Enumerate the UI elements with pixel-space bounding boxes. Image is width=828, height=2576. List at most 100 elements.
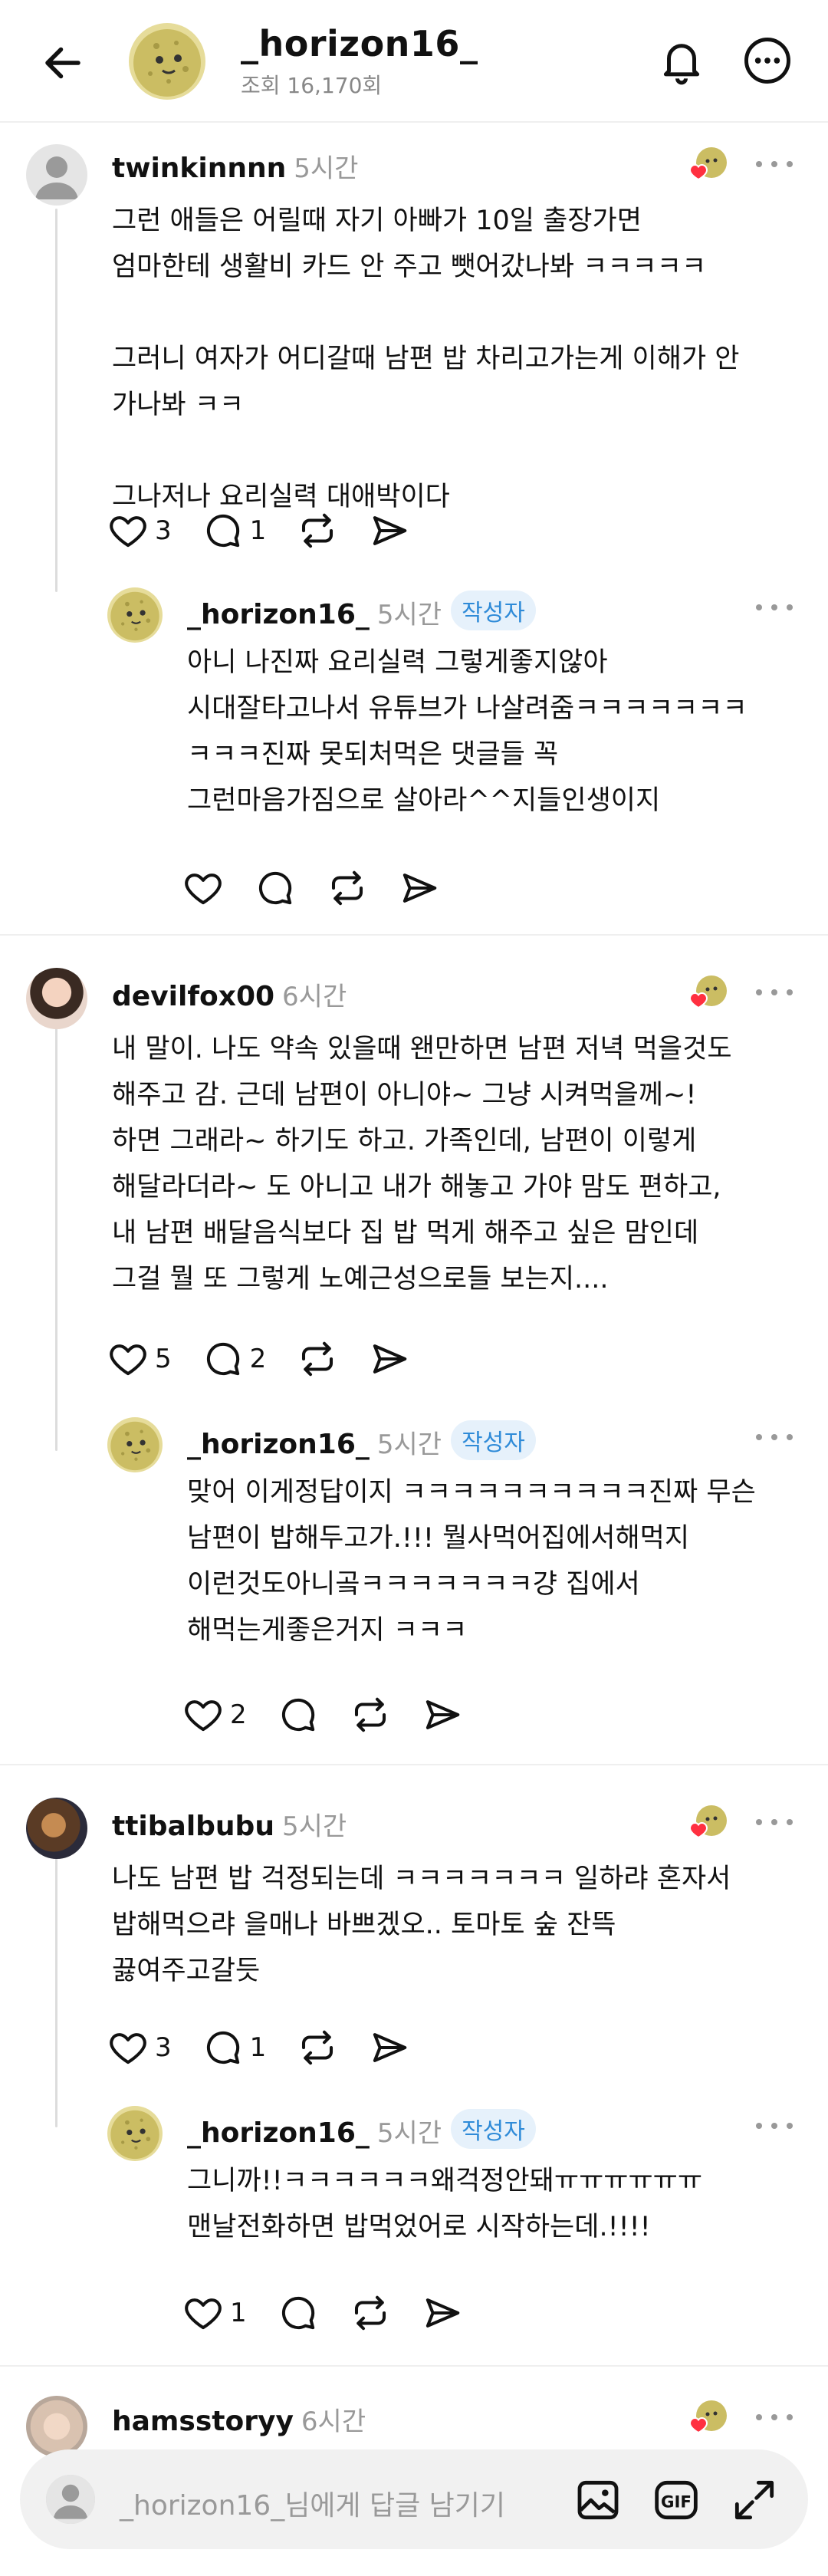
like-button[interactable]: 3 — [107, 508, 172, 554]
author-liked-icon — [684, 144, 728, 189]
comment-more-icon[interactable] — [751, 1814, 797, 1830]
reply-username[interactable]: _horizon16_ 5시간 작성자 — [187, 591, 536, 631]
comment-icon — [278, 1694, 319, 1735]
repost-icon — [297, 510, 338, 551]
thread-line — [55, 1022, 58, 1451]
comment-text: 내 말이. 나도 약속 있을때 왠만하면 남편 저녁 먹을것도 해주고 감. 근… — [112, 1034, 732, 1295]
heart-icon — [182, 1694, 224, 1735]
repost-icon — [297, 2027, 338, 2068]
heart-icon — [107, 510, 149, 551]
share-button[interactable] — [369, 2025, 410, 2071]
heart-icon — [107, 1338, 149, 1380]
reply-button[interactable] — [255, 865, 296, 911]
expand-icon[interactable] — [730, 2476, 779, 2525]
reply-username[interactable]: _horizon16_ 5시간 작성자 — [187, 2109, 536, 2150]
comment-time: 5시간 — [281, 1811, 347, 1842]
avatar[interactable] — [107, 2106, 163, 2161]
reply-actions — [182, 865, 471, 911]
author-liked-icon — [684, 2397, 728, 2442]
comment-icon — [202, 2027, 244, 2068]
comment-thread: ttibalbubu 5시간 나도 남편 밥 걱정되는데 ㅋㅋㅋㅋㅋㅋㅋ 일하랴 … — [0, 1767, 828, 2367]
comment-username[interactable]: devilfox00 6시간 — [112, 975, 347, 1013]
reply-input[interactable]: _horizon16_님에게 답글 남기기 GIF — [20, 2449, 808, 2549]
avatar[interactable] — [107, 587, 163, 643]
repost-button[interactable] — [297, 508, 338, 554]
share-button[interactable] — [369, 1336, 410, 1382]
comment-more-icon[interactable] — [751, 2410, 797, 2425]
repost-button[interactable] — [350, 2290, 391, 2336]
comment-text: 그런 애들은 어릴때 자기 아빠가 10일 출장가면 엄마한테 생활비 카드 안… — [112, 206, 740, 512]
svg-text:GIF: GIF — [661, 2492, 692, 2512]
reply-button[interactable] — [278, 1692, 319, 1738]
share-icon — [369, 2027, 410, 2068]
reply-text: 그니까!!ㅋㅋㅋㅋㅋㅋ왜걱정안돼ㅠㅠㅠㅠㅠㅠ 맨날전화하면 밥먹었어로 시작하는… — [187, 2166, 703, 2242]
comment-icon — [278, 2292, 319, 2334]
avatar[interactable] — [107, 1417, 163, 1472]
like-button[interactable]: 3 — [107, 2025, 172, 2071]
comment-icon — [202, 1338, 244, 1380]
reply-button[interactable]: 2 — [202, 1336, 266, 1382]
comment-actions: 5 2 — [107, 1336, 441, 1382]
comment-icon — [255, 867, 296, 909]
avatar[interactable] — [26, 1798, 87, 1859]
reply-actions: 2 — [182, 1692, 494, 1738]
author-badge: 작성자 — [451, 591, 536, 630]
comment-time: 6시간 — [282, 982, 347, 1012]
comment-username[interactable]: ttibalbubu 5시간 — [112, 1805, 347, 1843]
reply-button[interactable]: 1 — [202, 2025, 266, 2071]
comment-thread: hamsstoryy 6시간 — [0, 2368, 828, 2457]
share-button[interactable] — [422, 2290, 463, 2336]
comment-actions: 3 1 — [107, 508, 441, 554]
author-liked-icon — [684, 972, 728, 1017]
thread-line — [55, 1851, 58, 2127]
comment-username[interactable]: twinkinnnn 5시간 — [112, 147, 358, 185]
share-button[interactable] — [369, 508, 410, 554]
reply-more-icon[interactable] — [751, 2118, 797, 2134]
reply-button[interactable]: 1 — [202, 508, 266, 554]
reply-more-icon[interactable] — [751, 600, 797, 615]
reply-username[interactable]: _horizon16_ 5시간 작성자 — [187, 1420, 536, 1461]
comment-username[interactable]: hamsstoryy 6시간 — [112, 2400, 366, 2438]
avatar[interactable] — [26, 2396, 87, 2457]
avatar[interactable] — [26, 968, 87, 1029]
reply-more-icon[interactable] — [751, 1429, 797, 1445]
repost-button[interactable] — [297, 2025, 338, 2071]
comment-thread: twinkinnnn 5시간 그런 애들은 어릴때 자기 아빠가 10일 출장가면… — [0, 124, 828, 936]
reply-time: 5시간 — [376, 600, 442, 630]
repost-button[interactable] — [297, 1336, 338, 1382]
repost-icon — [350, 1694, 391, 1735]
comment-icon — [202, 510, 244, 551]
heart-icon — [107, 2027, 149, 2068]
author-badge: 작성자 — [451, 1420, 536, 1460]
reply-actions: 1 — [182, 2290, 494, 2336]
like-button[interactable]: 5 — [107, 1336, 172, 1382]
comment-more-icon[interactable] — [751, 156, 797, 172]
page-title[interactable]: _horizon16_ — [241, 23, 478, 64]
share-button[interactable] — [399, 865, 440, 911]
reply-button[interactable] — [278, 2290, 319, 2336]
comment-thread: devilfox00 6시간 내 말이. 나도 약속 있을때 왠만하면 남편 저녁… — [0, 937, 828, 1765]
author-liked-icon — [684, 1802, 728, 1847]
bell-icon[interactable] — [656, 34, 707, 87]
like-button[interactable]: 2 — [182, 1692, 247, 1738]
image-icon[interactable] — [573, 2476, 623, 2525]
back-arrow-icon[interactable] — [40, 40, 86, 86]
comment-time: 5시간 — [294, 153, 359, 184]
reply-text: 맞어 이게정답이지 ㅋㅋㅋㅋㅋㅋㅋㅋㅋㅋ진짜 무슨 남편이 밥해두고가.!!! … — [187, 1477, 756, 1646]
more-icon[interactable] — [742, 35, 793, 86]
profile-avatar[interactable] — [129, 23, 205, 100]
comment-actions: 3 1 — [107, 2025, 441, 2071]
share-icon — [422, 2292, 463, 2334]
share-icon — [369, 510, 410, 551]
view-count: 조회 16,170회 — [241, 73, 383, 98]
repost-button[interactable] — [327, 865, 368, 911]
avatar[interactable] — [26, 144, 87, 206]
gif-icon[interactable]: GIF — [652, 2476, 701, 2525]
repost-button[interactable] — [350, 1692, 391, 1738]
like-button[interactable]: 1 — [182, 2290, 247, 2336]
repost-icon — [297, 1338, 338, 1380]
like-button[interactable] — [182, 865, 224, 911]
share-icon — [369, 1338, 410, 1380]
share-button[interactable] — [422, 1692, 463, 1738]
comment-more-icon[interactable] — [751, 985, 797, 1000]
